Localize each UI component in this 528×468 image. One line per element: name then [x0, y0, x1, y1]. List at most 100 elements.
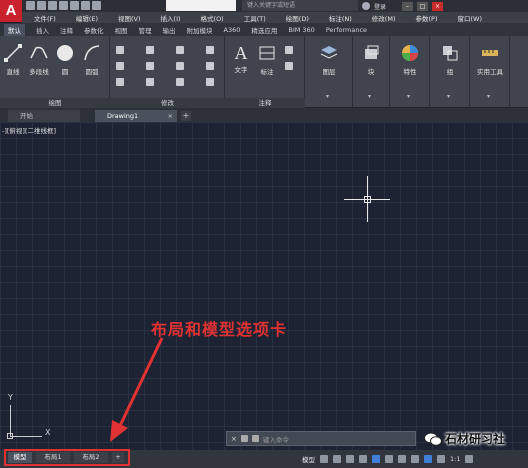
menu-edit[interactable]: 编辑(E) [76, 13, 98, 23]
menu-tools[interactable]: 工具(T) [244, 13, 266, 23]
polyline-tool[interactable]: 多段线 [25, 44, 53, 76]
utilities-tool[interactable]: 实用工具 [472, 44, 508, 76]
rotate-icon[interactable] [146, 46, 154, 54]
menu-modify[interactable]: 修改(M) [372, 13, 396, 23]
ribbon-tab-bim360[interactable]: BIM 360 [288, 26, 314, 34]
new-icon[interactable] [26, 1, 35, 10]
mirror-icon[interactable] [146, 62, 154, 70]
group-tool[interactable]: 组 [436, 44, 464, 76]
erase-icon[interactable] [206, 46, 214, 54]
ortho-icon[interactable] [346, 454, 354, 463]
polar-icon[interactable] [359, 454, 367, 463]
block-panel[interactable]: 块 ▾ [353, 36, 390, 108]
ribbon-tab-addins[interactable]: 附加模块 [187, 25, 213, 35]
menu-window[interactable]: 窗口(W) [457, 13, 482, 23]
isodraft-icon[interactable] [372, 454, 380, 463]
modify-panel-title[interactable]: 修改 [110, 98, 225, 108]
menu-parametric[interactable]: 参数(P) [415, 13, 437, 23]
document-title-field[interactable] [166, 0, 236, 11]
wrench-icon[interactable] [240, 435, 248, 442]
add-layout-button[interactable]: + [112, 452, 124, 463]
properties-dropdown-icon[interactable]: ▾ [407, 93, 413, 100]
trim-icon[interactable] [176, 46, 184, 54]
undo-icon[interactable] [81, 1, 90, 10]
ribbon-tab-parametric[interactable]: 参数化 [84, 25, 104, 35]
new-file-tab-button[interactable]: + [181, 111, 191, 121]
object-snap-icon[interactable] [385, 454, 393, 463]
block-dropdown-icon[interactable]: ▾ [368, 93, 374, 100]
draw-panel-title[interactable]: 绘图 [0, 98, 110, 108]
menu-insert[interactable]: 插入(I) [161, 13, 181, 23]
command-line-close-icon[interactable]: × [231, 435, 237, 443]
menu-format[interactable]: 格式(O) [201, 13, 224, 23]
command-prompt-icon[interactable] [251, 435, 259, 442]
menu-file[interactable]: 文件(F) [34, 13, 56, 23]
text-tool[interactable]: A 文字 [229, 44, 253, 74]
close-button[interactable]: × [432, 1, 444, 11]
search-input[interactable]: 键入关键字或短语 [242, 0, 358, 11]
login-button[interactable]: 登录 [374, 2, 386, 11]
ribbon-tab-output[interactable]: 输出 [163, 25, 176, 35]
layout-tab-model[interactable]: 模型 [8, 452, 32, 463]
ribbon-tab-featured-apps[interactable]: 精选应用 [251, 25, 277, 35]
properties-panel[interactable]: 特性 ▾ [390, 36, 430, 108]
move-icon[interactable] [116, 46, 124, 54]
table-icon[interactable] [285, 62, 293, 70]
customization-icon[interactable] [465, 454, 474, 463]
stretch-icon[interactable] [116, 78, 124, 86]
block-tool[interactable]: 块 [357, 44, 385, 76]
open-icon[interactable] [37, 1, 46, 10]
close-icon[interactable]: × [168, 110, 173, 122]
properties-tool[interactable]: 特性 [396, 44, 424, 76]
annotation-panel-title[interactable]: 注释 [225, 98, 305, 108]
drawing-canvas[interactable] [0, 122, 528, 450]
menu-dimension[interactable]: 标注(N) [329, 13, 352, 23]
print-icon[interactable] [70, 1, 79, 10]
snap-icon[interactable] [333, 454, 341, 463]
ribbon-tab-insert[interactable]: 插入 [36, 25, 49, 35]
grid-icon[interactable] [320, 454, 328, 463]
restore-button[interactable]: □ [417, 1, 429, 11]
annotation-scale-value[interactable]: 1:1 [450, 455, 460, 463]
layers-dropdown-icon[interactable]: ▾ [326, 93, 332, 100]
minimize-button[interactable]: – [402, 1, 414, 11]
circle-tool[interactable]: 圆 [54, 44, 76, 76]
group-dropdown-icon[interactable]: ▾ [447, 93, 453, 100]
copy-icon[interactable] [116, 62, 124, 70]
layout-tab-layout1[interactable]: 布局1 [36, 452, 70, 463]
layout-tab-layout2[interactable]: 布局2 [74, 452, 108, 463]
isolate-objects-icon[interactable] [424, 454, 432, 463]
user-icon[interactable] [362, 2, 370, 10]
ribbon-tab-a360[interactable]: A360 [224, 26, 241, 34]
ribbon-tab-manage[interactable]: 管理 [139, 25, 152, 35]
application-menu-button[interactable]: A [0, 0, 22, 22]
explode-icon[interactable] [206, 62, 214, 70]
ribbon-tab-annotate[interactable]: 注释 [60, 25, 73, 35]
utilities-panel[interactable]: 实用工具 ▾ [470, 36, 510, 108]
redo-icon[interactable] [92, 1, 101, 10]
offset-icon[interactable] [206, 78, 214, 86]
fillet-icon[interactable] [176, 62, 184, 70]
workspace-icon[interactable] [411, 454, 419, 463]
layers-panel[interactable]: 图层 ▾ [305, 36, 353, 108]
group-panel[interactable]: 组 ▾ [430, 36, 470, 108]
command-input[interactable]: 键入命令 [263, 434, 289, 444]
ribbon-tab-performance[interactable]: Performance [326, 26, 367, 34]
utilities-dropdown-icon[interactable]: ▾ [487, 93, 493, 100]
scale-icon[interactable] [146, 78, 154, 86]
arc-tool[interactable]: 圆弧 [80, 44, 104, 76]
line-tool[interactable]: 直线 [2, 44, 24, 76]
annotation-scale-icon[interactable] [398, 454, 406, 463]
file-tab-drawing1[interactable]: Drawing1 × [95, 110, 177, 122]
menu-view[interactable]: 视图(V) [118, 13, 141, 23]
hardware-acceleration-icon[interactable] [437, 454, 445, 463]
ribbon-tab-view[interactable]: 视图 [115, 25, 128, 35]
dimension-tool[interactable]: 标注 [255, 44, 279, 76]
ribbon-tab-home[interactable]: 默认 [4, 23, 25, 36]
viewport-controls[interactable]: -][俯视][二维线框] [2, 125, 56, 135]
array-icon[interactable] [176, 78, 184, 86]
layers-tool[interactable]: 图层 [315, 44, 343, 76]
save-icon[interactable] [48, 1, 57, 10]
file-tab-start[interactable]: 开始 [8, 110, 80, 122]
model-space-toggle[interactable]: 模型 [302, 454, 315, 464]
